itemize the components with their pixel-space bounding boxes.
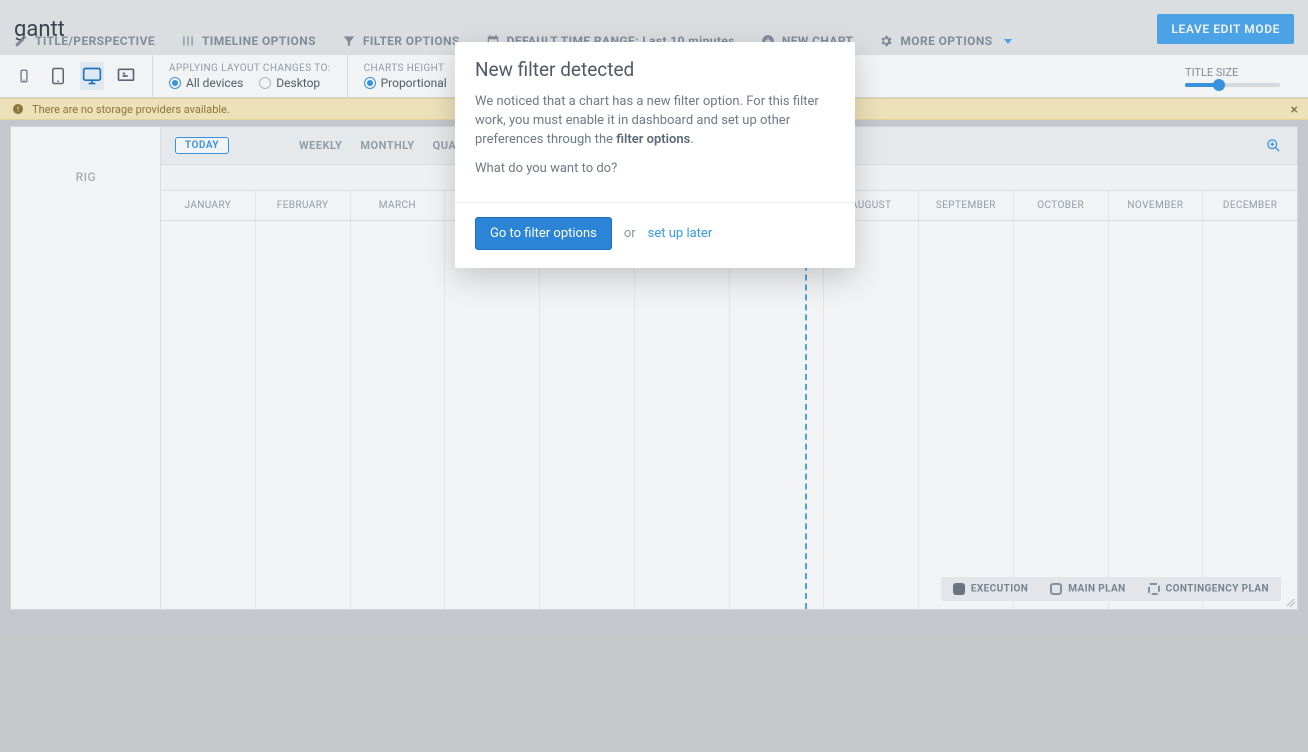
modal-body-2: What do you want to do? bbox=[475, 160, 835, 179]
go-to-filter-options-button[interactable]: Go to filter options bbox=[475, 217, 612, 250]
modal-body-1: We noticed that a chart has a new filter… bbox=[475, 93, 835, 150]
new-filter-modal: New filter detected We noticed that a ch… bbox=[455, 42, 855, 268]
modal-title: New filter detected bbox=[455, 42, 855, 93]
set-up-later-link[interactable]: set up later bbox=[648, 226, 713, 241]
or-text: or bbox=[624, 226, 636, 241]
